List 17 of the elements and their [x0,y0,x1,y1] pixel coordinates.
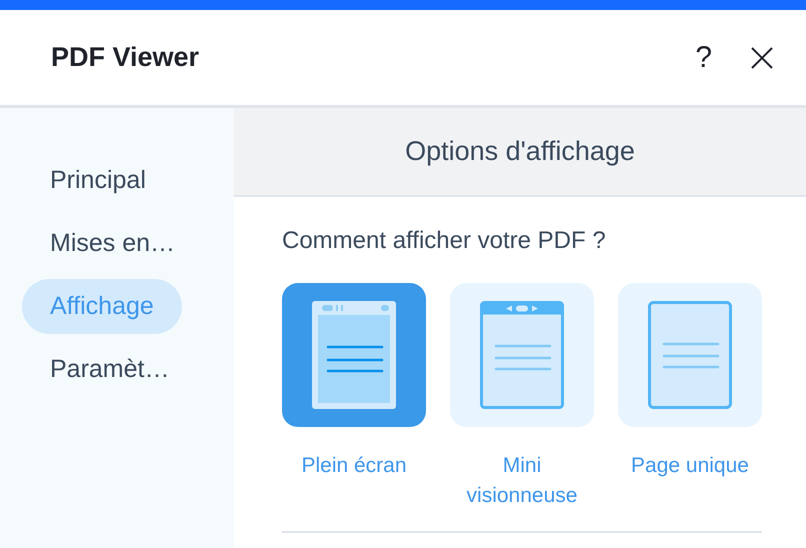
layout-option-card[interactable] [618,283,762,427]
option-label: Page unique [631,453,749,479]
mini-viewer-page-icon [480,301,564,409]
sidebar-item[interactable]: Paramèt… [22,342,198,397]
window-title: PDF Viewer [51,42,200,73]
question-label: Comment afficher votre PDF ? [282,227,607,255]
sidebar-item[interactable]: Principal [22,153,174,208]
option-label: Plein écran [301,453,407,479]
section-header: Options d'affichage [234,108,806,197]
single-page-icon [648,301,732,409]
close-icon[interactable] [750,46,774,70]
layout-option-card[interactable] [450,283,594,427]
help-button[interactable]: ? [695,40,712,74]
option-label: Mini visionneuse [466,453,578,509]
sidebar-item[interactable]: Mises en… [22,216,204,271]
fullscreen-page-icon [312,301,396,409]
layout-option-card[interactable] [282,283,426,427]
